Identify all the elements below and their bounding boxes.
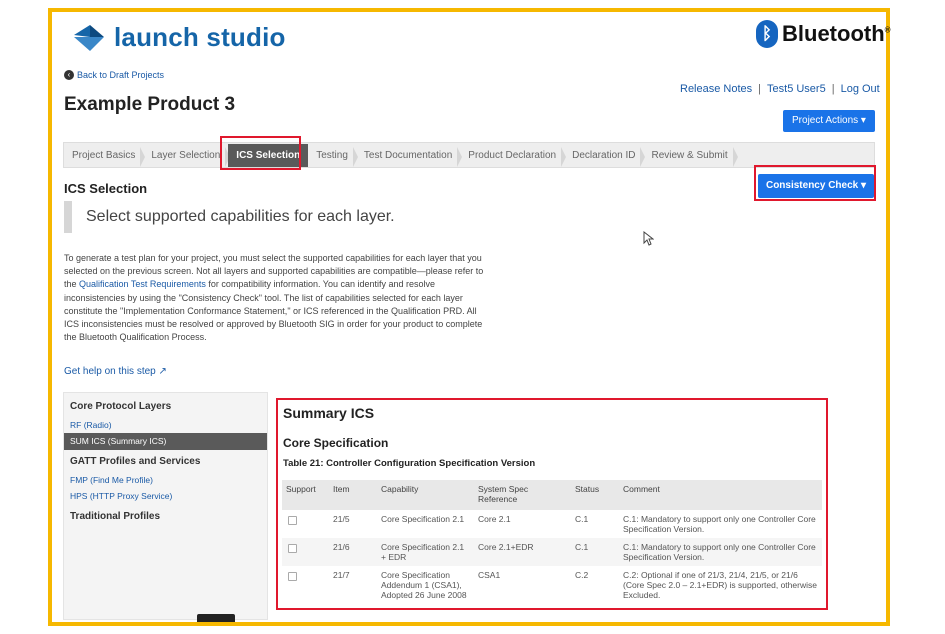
cell-comment: C.2: Optional if one of 21/3, 21/4, 21/5… — [623, 570, 817, 600]
step-ics-selection[interactable]: ICS Selection — [228, 143, 309, 167]
arrow-left-circle-icon: ‹ — [64, 70, 74, 80]
support-checkbox[interactable] — [288, 516, 297, 525]
consistency-check-button[interactable]: Consistency Check ▾ — [758, 174, 874, 198]
sidebar-heading-traditional-profiles: Traditional Profiles — [70, 511, 161, 522]
cell-reference: Core 2.1 — [478, 514, 511, 524]
core-specification-heading: Core Specification — [283, 436, 389, 450]
column-header-capability: Capability — [377, 480, 474, 510]
column-header-comment: Comment — [619, 480, 822, 510]
cell-item: 21/6 — [329, 538, 377, 566]
column-header-item: Item — [329, 480, 377, 510]
step-product-declaration[interactable]: Product Declaration — [460, 146, 566, 167]
summary-ics-panel: Summary ICS Core Specification Table 21:… — [276, 398, 828, 610]
cell-reference: CSA1 — [478, 570, 501, 580]
logout-link[interactable]: Log Out — [841, 83, 880, 95]
bluetooth-logo: ᛒ Bluetooth® — [756, 20, 891, 48]
cell-reference: Core 2.1+EDR — [474, 538, 571, 566]
cell-capability: Core Specification Addendum 1 (CSA1), Ad… — [381, 570, 467, 600]
support-checkbox[interactable] — [288, 544, 297, 553]
sidebar-item-sum-ics[interactable]: SUM ICS (Summary ICS) — [64, 433, 267, 450]
summary-ics-title: Summary ICS — [283, 405, 375, 421]
ics-table-title: Table 21: Controller Configuration Speci… — [283, 458, 536, 469]
step-project-basics[interactable]: Project Basics — [64, 146, 146, 167]
column-header-support: Support — [282, 480, 329, 510]
sidebar-item-fmp[interactable]: FMP (Find Me Profile) — [64, 475, 267, 485]
sidebar-heading-gatt-profiles-services: GATT Profiles and Services — [70, 456, 201, 467]
column-header-system-spec-reference: System Spec Reference — [474, 480, 571, 510]
bluetooth-logo-text: Bluetooth® — [782, 21, 891, 46]
qualification-test-requirements-link[interactable]: Qualification Test Requirements — [79, 279, 206, 289]
back-to-draft-projects-link[interactable]: ‹ Back to Draft Projects — [64, 70, 164, 80]
launch-studio-logo[interactable]: launch studio — [72, 22, 286, 53]
table-row: 21/6 Core Specification 2.1 + EDR Core 2… — [282, 538, 822, 566]
cell-status: C.1 — [575, 514, 589, 524]
page-title: Example Product 3 — [64, 94, 236, 115]
cell-capability: Core Specification 2.1 + EDR — [377, 538, 474, 566]
get-help-link[interactable]: Get help on this step ↗ — [64, 366, 167, 377]
user-name-link[interactable]: Test5 User5 — [767, 83, 826, 95]
cell-capability: Core Specification 2.1 — [381, 514, 465, 524]
get-help-label: Get help on this step — [64, 366, 156, 377]
cell-item: 21/5 — [333, 514, 350, 524]
table-header-row: Support Item Capability System Spec Refe… — [282, 480, 822, 510]
section-callout: Select supported capabilities for each l… — [64, 201, 464, 233]
step-review-submit[interactable]: Review & Submit — [643, 146, 738, 167]
release-notes-link[interactable]: Release Notes — [680, 83, 752, 95]
ics-table: Support Item Capability System Spec Refe… — [282, 480, 822, 604]
intro-paragraph: To generate a test plan for your project… — [64, 252, 492, 344]
cell-item: 21/7 — [333, 570, 350, 580]
column-header-status: Status — [571, 480, 619, 510]
step-navigation: Project Basics Layer Selection ICS Selec… — [63, 142, 875, 168]
header-separator: | — [831, 83, 835, 95]
step-declaration-id[interactable]: Declaration ID — [564, 146, 646, 167]
cell-comment: C.1: Mandatory to support only one Contr… — [623, 514, 816, 534]
support-checkbox[interactable] — [288, 572, 297, 581]
header-separator: | — [758, 83, 762, 95]
section-title: ICS Selection — [64, 181, 148, 196]
bottom-overlay-tab — [197, 614, 235, 622]
table-row: 21/7 Core Specification Addendum 1 (CSA1… — [282, 566, 822, 604]
table-row: 21/5 Core Specification 2.1 Core 2.1 C.1… — [282, 510, 822, 538]
mouse-pointer-icon — [643, 230, 655, 249]
bluetooth-rune-icon: ᛒ — [756, 20, 778, 48]
cell-status: C.1 — [571, 538, 619, 566]
external-link-icon: ↗ — [158, 366, 167, 377]
project-actions-button[interactable]: Project Actions ▾ — [783, 110, 875, 132]
layer-sidebar: Core Protocol Layers RF (Radio) SUM ICS … — [63, 392, 268, 620]
sidebar-heading-core-protocol-layers: Core Protocol Layers — [70, 401, 172, 412]
back-link-label: Back to Draft Projects — [77, 70, 165, 80]
step-layer-selection[interactable]: Layer Selection — [143, 146, 231, 167]
sidebar-item-hps[interactable]: HPS (HTTP Proxy Service) — [64, 491, 267, 501]
cell-comment: C.1: Mandatory to support only one Contr… — [619, 538, 822, 566]
launch-studio-logo-text: launch studio — [114, 22, 286, 52]
step-test-documentation[interactable]: Test Documentation — [356, 146, 463, 167]
launch-studio-logo-icon — [72, 23, 106, 53]
step-testing[interactable]: Testing — [308, 146, 358, 167]
cell-status: C.2 — [575, 570, 589, 580]
sidebar-item-rf-radio[interactable]: RF (Radio) — [64, 420, 267, 430]
header-links: Release Notes | Test5 User5 | Log Out — [680, 83, 880, 95]
